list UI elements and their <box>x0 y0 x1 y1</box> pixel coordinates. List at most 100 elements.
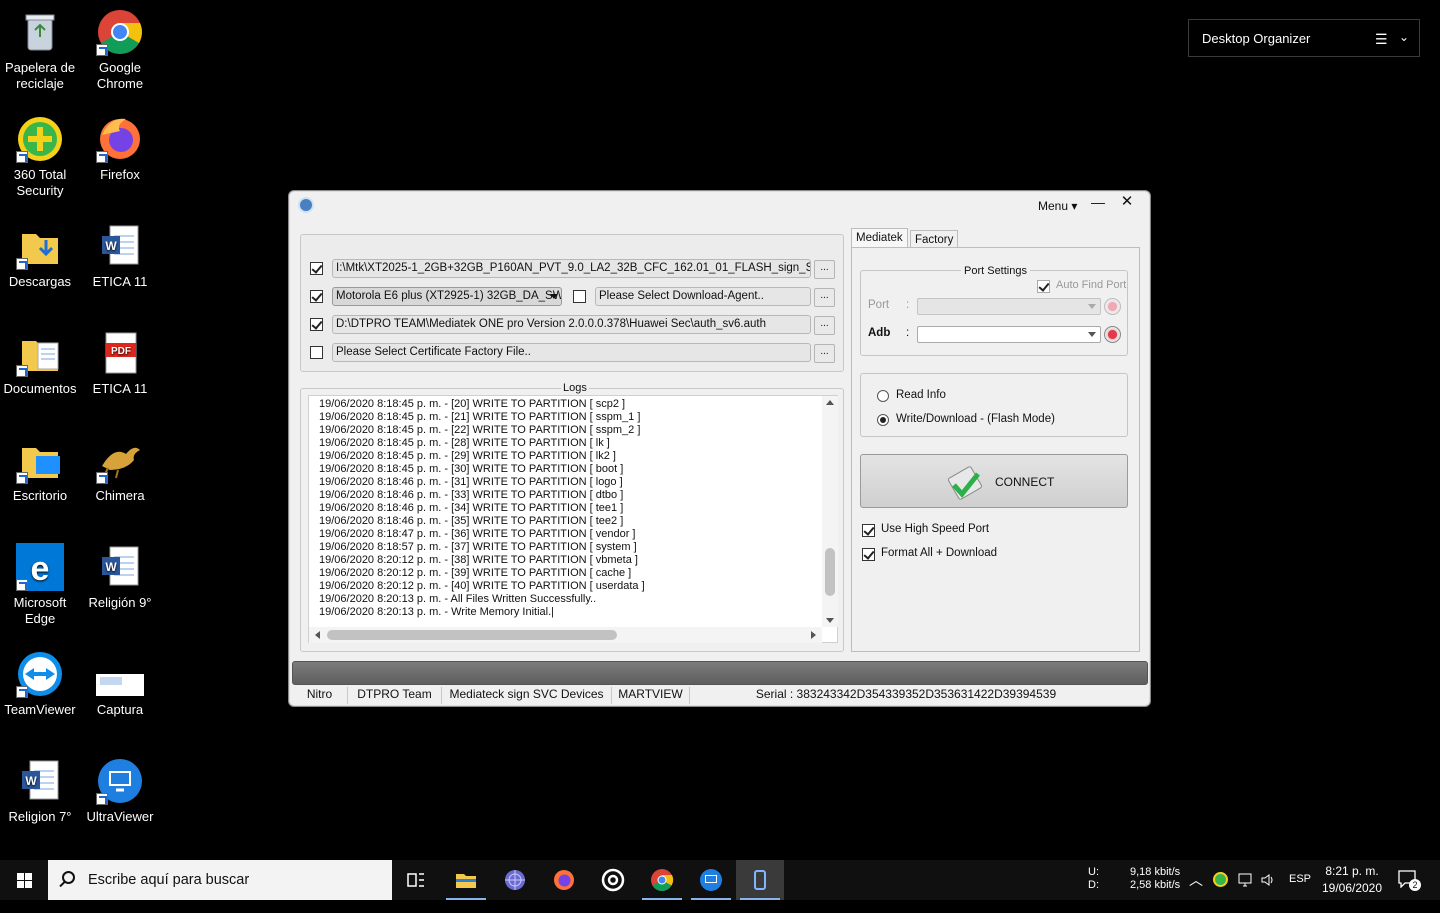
desktop-icon-label: Escritorio <box>12 488 68 503</box>
scroll-thumb[interactable] <box>825 548 835 596</box>
download-agent-checkbox[interactable] <box>573 290 586 303</box>
desktop-icon-desktop-folder[interactable]: Escritorio <box>0 436 80 504</box>
desktop-icon-downloads[interactable]: Descargas <box>0 222 80 290</box>
format-all-checkbox[interactable] <box>862 548 875 561</box>
360-security-icon <box>16 115 64 163</box>
taskbar-app-4[interactable] <box>589 860 637 900</box>
logs-title: Logs <box>561 382 589 394</box>
logs-vertical-scrollbar[interactable] <box>822 396 838 627</box>
desktop-icon-360-security[interactable]: 360 Total Security <box>0 115 80 199</box>
taskbar-mediatek-one[interactable] <box>736 860 784 900</box>
scroll-right-icon[interactable] <box>811 631 816 639</box>
write-download-radio[interactable] <box>877 414 889 426</box>
high-speed-port-checkbox[interactable] <box>862 524 875 537</box>
desktop-icon-recycle-bin[interactable]: Papelera de reciclaje <box>0 8 80 92</box>
volume-icon[interactable] <box>1260 872 1276 888</box>
tab-mediatek[interactable]: Mediatek <box>851 228 908 249</box>
refresh-port-button[interactable] <box>1104 298 1121 315</box>
refresh-adb-button[interactable] <box>1104 326 1121 343</box>
port-select[interactable] <box>917 298 1101 315</box>
desktop-icon-label: Google Chrome <box>96 60 144 91</box>
taskbar-chrome[interactable] <box>638 860 686 900</box>
desktop-icon-label: 360 Total Security <box>13 167 67 198</box>
desktop-icon-label: Religión 9° <box>88 595 152 610</box>
connect-button[interactable]: CONNECT <box>860 454 1128 508</box>
taskbar-search-box[interactable]: Escribe aquí para buscar <box>48 860 392 900</box>
download-agent-field[interactable]: Please Select Download-Agent.. <box>595 287 811 306</box>
desktop-icon-chimera[interactable]: Chimera <box>80 436 160 504</box>
close-button[interactable]: ✕ <box>1117 192 1137 210</box>
browse-auth-button[interactable]: ... <box>814 316 835 335</box>
desktop-icon-religion-9[interactable]: W Religión 9° <box>80 543 160 611</box>
menu-button[interactable]: Menu ▾ <box>1038 199 1077 213</box>
scroll-up-icon[interactable] <box>826 400 834 405</box>
desktop-icon-ultraviewer[interactable]: UltraViewer <box>80 757 160 825</box>
flash-connect-icon <box>947 466 983 500</box>
desktop-icon-documents[interactable]: Documentos <box>0 329 80 397</box>
minimize-button[interactable]: — <box>1088 194 1108 210</box>
desktop-icon-etica-pdf[interactable]: PDF ETICA 11 <box>80 329 160 397</box>
network-globe-icon <box>505 870 525 890</box>
show-hidden-icons-chevron-icon[interactable]: ︿ <box>1189 870 1203 910</box>
menu-label: Menu <box>1038 199 1069 213</box>
status-nitro: Nitro <box>292 687 348 704</box>
net-up-value: 9,18 kbit/s <box>1130 866 1181 878</box>
desktop-icon-label: TeamViewer <box>4 702 76 717</box>
desktop-icon-label: Microsoft Edge <box>13 595 67 626</box>
port-colon: : <box>906 299 910 311</box>
desktop-icon-religion-7[interactable]: W Religion 7° <box>0 757 80 825</box>
port-settings-title: Port Settings <box>961 265 1030 277</box>
taskbar-firefox[interactable] <box>540 860 588 900</box>
file-selection-panel: I:\Mtk\XT2025-1_2GB+32GB_P160AN_PVT_9.0_… <box>300 234 844 372</box>
notification-count-badge: 2 <box>1409 879 1421 891</box>
image-file-icon <box>96 650 144 698</box>
notifications-button[interactable]: 2 <box>1398 870 1421 891</box>
adb-select[interactable] <box>917 326 1101 343</box>
start-button[interactable] <box>0 860 48 900</box>
scroll-thumb[interactable] <box>327 630 617 640</box>
desktop-organizer[interactable]: Desktop Organizer ☰ ⌄ <box>1188 19 1420 57</box>
desktop-icon-chrome[interactable]: Google Chrome <box>80 8 160 92</box>
desktop-icon-label: Descargas <box>8 274 72 289</box>
cert-checkbox[interactable] <box>310 346 323 359</box>
logs-textarea[interactable]: 19/06/2020 8:18:45 p. m. - [20] WRITE TO… <box>308 395 838 643</box>
desktop-icon-captura[interactable]: Captura <box>80 650 160 718</box>
app-logo-icon <box>298 197 314 213</box>
hamburger-menu-icon[interactable]: ☰ <box>1375 31 1388 48</box>
scroll-left-icon[interactable] <box>315 631 320 639</box>
firmware-path-field[interactable]: I:\Mtk\XT2025-1_2GB+32GB_P160AN_PVT_9.0_… <box>332 259 811 278</box>
tab-factory[interactable]: Factory <box>910 230 959 248</box>
desktop-icon-label: UltraViewer <box>86 809 154 824</box>
chevron-down-icon[interactable]: ⌄ <box>1399 30 1409 44</box>
taskbar-ultraviewer[interactable] <box>687 860 735 900</box>
desktop-icon-teamviewer[interactable]: TeamViewer <box>0 650 80 718</box>
desktop-icon-label: Chimera <box>95 488 145 503</box>
browse-download-agent-button[interactable]: ... <box>814 288 835 307</box>
desktop-icon-firefox[interactable]: Firefox <box>80 115 160 183</box>
firmware-checkbox[interactable] <box>310 262 323 275</box>
360-tray-icon[interactable] <box>1213 872 1228 887</box>
firefox-icon <box>96 115 144 163</box>
network-icon[interactable] <box>1237 872 1253 888</box>
read-info-radio[interactable] <box>877 390 889 402</box>
cert-file-field[interactable]: Please Select Certificate Factory File.. <box>332 343 811 362</box>
windows-logo-icon <box>17 873 32 888</box>
logs-horizontal-scrollbar[interactable] <box>309 627 822 643</box>
taskbar-file-explorer[interactable] <box>442 860 490 900</box>
da-checkbox[interactable] <box>310 290 323 303</box>
browse-firmware-button[interactable]: ... <box>814 260 835 279</box>
browse-cert-button[interactable]: ... <box>814 344 835 363</box>
clock[interactable]: 8:21 p. m. 19/06/2020 <box>1320 864 1384 904</box>
desktop-icon-edge[interactable]: e Microsoft Edge <box>0 543 80 627</box>
auth-path-field[interactable]: D:\DTPRO TEAM\Mediatek ONE pro Version 2… <box>332 315 811 334</box>
language-indicator[interactable]: ESP <box>1289 873 1311 913</box>
file-explorer-icon <box>456 874 476 888</box>
taskbar-app-2[interactable] <box>491 860 539 900</box>
net-down-label: D: <box>1088 879 1099 891</box>
auto-find-port-checkbox[interactable] <box>1037 280 1050 293</box>
desktop-icon-etica-word[interactable]: W ETICA 11 <box>80 222 160 290</box>
scroll-down-icon[interactable] <box>826 618 834 623</box>
auth-checkbox[interactable] <box>310 318 323 331</box>
da-select[interactable]: Motorola E6 plus (XT2925-1) 32GB_DA_SW <box>332 287 562 306</box>
task-view-button[interactable] <box>392 860 440 900</box>
